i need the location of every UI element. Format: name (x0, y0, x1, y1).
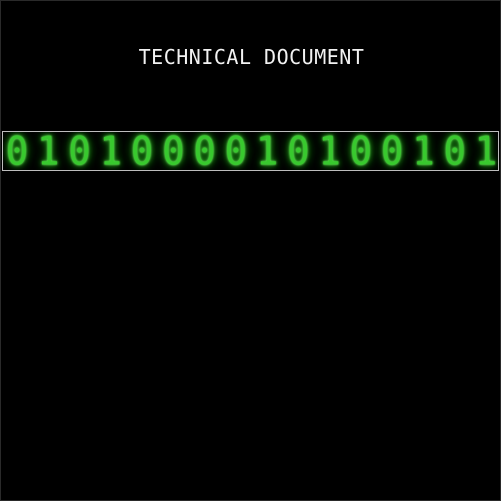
binary-digit: 0 (381, 131, 404, 171)
binary-digit: 1 (99, 131, 122, 171)
binary-digit: 0 (130, 131, 154, 171)
binary-digit: 0 (224, 131, 247, 171)
binary-digit: 1 (318, 131, 341, 171)
binary-digit: 0 (193, 131, 216, 171)
binary-digit: 0 (162, 131, 185, 171)
binary-banner: 0 1 0 1 0 0 0 0 1 0 1 0 0 1 0 1 (2, 131, 499, 171)
page-frame: TECHNICAL DOCUMENT 0 1 0 1 0 0 0 0 1 0 1… (0, 0, 501, 501)
binary-digits: 0 1 0 1 0 0 0 0 1 0 1 0 0 1 0 1 (3, 131, 498, 171)
binary-digit: 0 (443, 131, 466, 171)
binary-digit: 1 (412, 131, 435, 171)
binary-digit: 0 (287, 131, 310, 171)
binary-digit: 0 (5, 131, 29, 171)
binary-digit: 0 (349, 131, 373, 171)
binary-digit: 1 (474, 131, 498, 171)
page-title: TECHNICAL DOCUMENT (138, 45, 365, 69)
binary-digit: 0 (68, 131, 91, 171)
binary-digit: 1 (37, 131, 60, 171)
binary-digit: 1 (255, 131, 279, 171)
